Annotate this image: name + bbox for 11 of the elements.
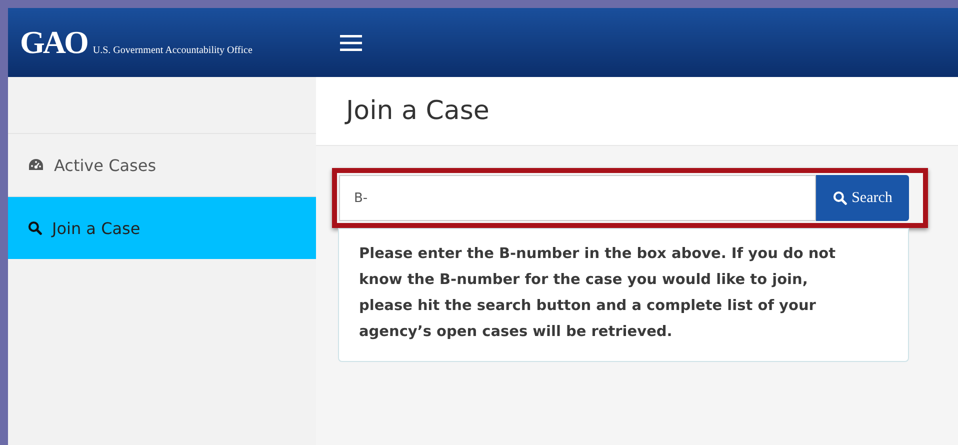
agency-name: U.S. Government Accountability Office — [92, 45, 252, 56]
gauge-icon — [28, 158, 44, 172]
logo[interactable]: GAO — [20, 24, 87, 61]
search-field[interactable]: B- — [339, 175, 816, 221]
menu-icon[interactable] — [340, 34, 362, 50]
sidebar-item[interactable]: Join a Case — [8, 196, 316, 259]
search-icon — [832, 191, 847, 205]
help-text: Please enter the B-number in the box above. If you do not know the B-number for the case you would like to join, please hit the search button and a complete list of your agency’s open cases will be retrieved. — [338, 228, 909, 362]
page-title: Join a Case — [346, 96, 490, 126]
search-button[interactable]: Search — [816, 175, 909, 221]
search-icon — [28, 221, 42, 235]
